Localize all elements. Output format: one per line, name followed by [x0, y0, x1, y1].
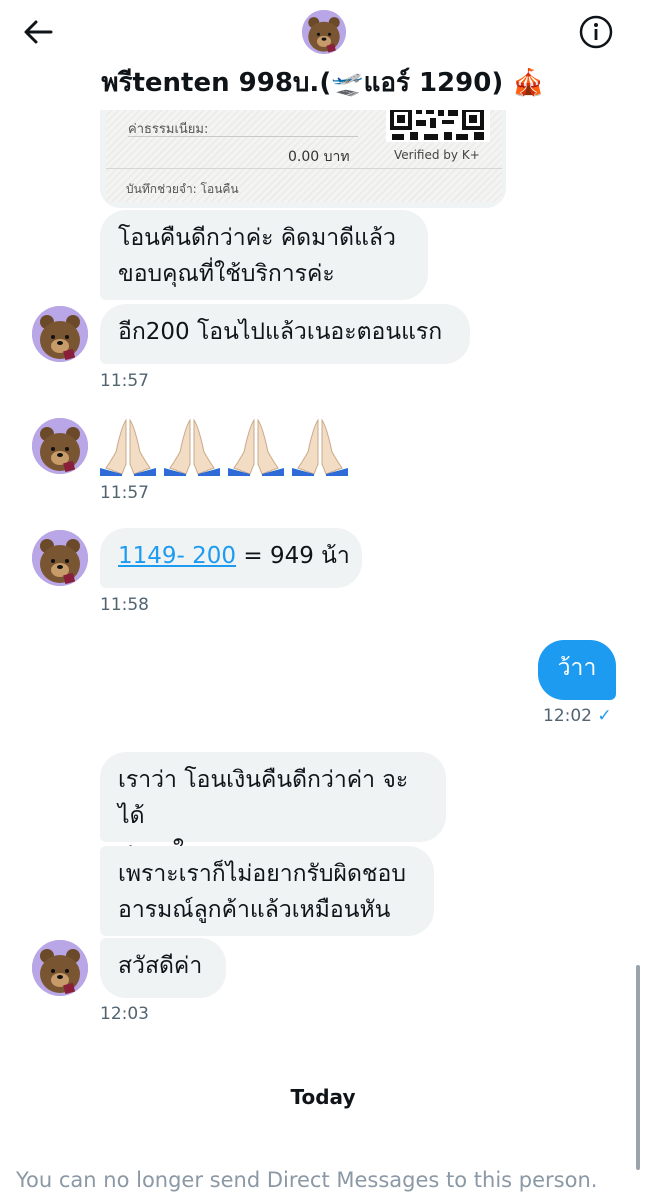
folded-hands-emoji-icon	[292, 418, 348, 476]
message-bubble[interactable]: 1149- 200 = 949 น้า	[100, 528, 362, 588]
header-avatar[interactable]	[302, 10, 346, 54]
receipt-divider	[106, 168, 502, 169]
conversation-title: พรีtenten 998บ.(🛫แอร์ 1290) 🎪	[101, 68, 545, 98]
message-bubble[interactable]: โอนคืนดีกว่าค่ะ คิดมาดีแล้ว ขอบคุณที่ใช้…	[100, 210, 428, 300]
receipt-slip: ค่าธรรมเนียม: 0.00 บาท Verified by K+ บั…	[106, 96, 502, 202]
message-time: 12:03	[100, 1004, 149, 1024]
message-bubble[interactable]: อีก200 โอนไปแล้วเนอะตอนแรก	[100, 304, 470, 364]
message-time: 11:58	[100, 595, 149, 615]
sent-message-bubble[interactable]: ว้าา	[538, 640, 616, 700]
receipt-image[interactable]: ค่าธรรมเนียม: 0.00 บาท Verified by K+ บั…	[100, 96, 506, 208]
message-bubble[interactable]: สวัสดีค่า	[100, 938, 226, 998]
message-text-line: โอนคืนดีกว่าค่ะ คิดมาดีแล้ว	[118, 225, 396, 251]
dm-restriction-notice: You can no longer send Direct Messages t…	[16, 1168, 598, 1192]
sender-avatar[interactable]	[32, 418, 88, 474]
back-button[interactable]	[18, 14, 58, 50]
message-link[interactable]: 1149- 200	[118, 543, 236, 569]
message-text: อีก200 โอนไปแล้วเนอะตอนแรก	[118, 319, 443, 345]
date-divider: Today	[290, 1085, 356, 1109]
info-icon	[579, 15, 613, 49]
message-bubble[interactable]: เราว่า โอนเงินคืนดีกว่าค่า จะได้ สบายใจ	[100, 752, 446, 865]
verified-label: Verified by K+	[394, 148, 480, 162]
folded-hands-emoji-icon	[228, 418, 284, 476]
message-time: 11:57	[100, 483, 149, 503]
fee-divider	[128, 136, 358, 137]
sender-avatar[interactable]	[32, 530, 88, 586]
sender-avatar[interactable]	[32, 306, 88, 362]
message-time-text: 12:02	[543, 706, 592, 726]
sender-avatar[interactable]	[32, 940, 88, 996]
memo-label: บันทึกช่วยจำ: โอนคืน	[126, 182, 239, 196]
back-arrow-icon	[24, 20, 53, 44]
conversation-header: พรีtenten 998บ.(🛫แอร์ 1290) 🎪	[0, 0, 646, 110]
scrollbar[interactable]	[636, 965, 640, 1170]
message-text: = 949 น้า	[236, 543, 350, 569]
sent-check-icon: ✓	[597, 706, 612, 726]
emoji-message[interactable]	[100, 416, 348, 480]
message-bubble[interactable]: เพราะเราก็ไม่อยากรับผิดชอบ อารมณ์ลูกค้าแ…	[100, 846, 434, 936]
folded-hands-emoji-icon	[100, 418, 156, 476]
message-text-line: เราว่า โอนเงินคืนดีกว่าค่า จะได้	[118, 767, 409, 829]
message-text: สวัสดีค่า	[118, 953, 203, 979]
folded-hands-emoji-icon	[164, 418, 220, 476]
info-button[interactable]	[574, 12, 618, 52]
message-text: ว้าา	[557, 655, 597, 681]
qr-code-icon	[386, 106, 490, 142]
fee-value: 0.00 บาท	[288, 149, 350, 165]
message-text-line: อารมณ์ลูกค้าแล้วเหมือนหัน	[118, 897, 391, 923]
message-text-line: ขอบคุณที่ใช้บริการค่ะ	[118, 261, 335, 287]
message-time: 12:02 ✓	[543, 706, 612, 726]
message-text-line: เพราะเราก็ไม่อยากรับผิดชอบ	[118, 861, 406, 887]
message-time: 11:57	[100, 371, 149, 391]
